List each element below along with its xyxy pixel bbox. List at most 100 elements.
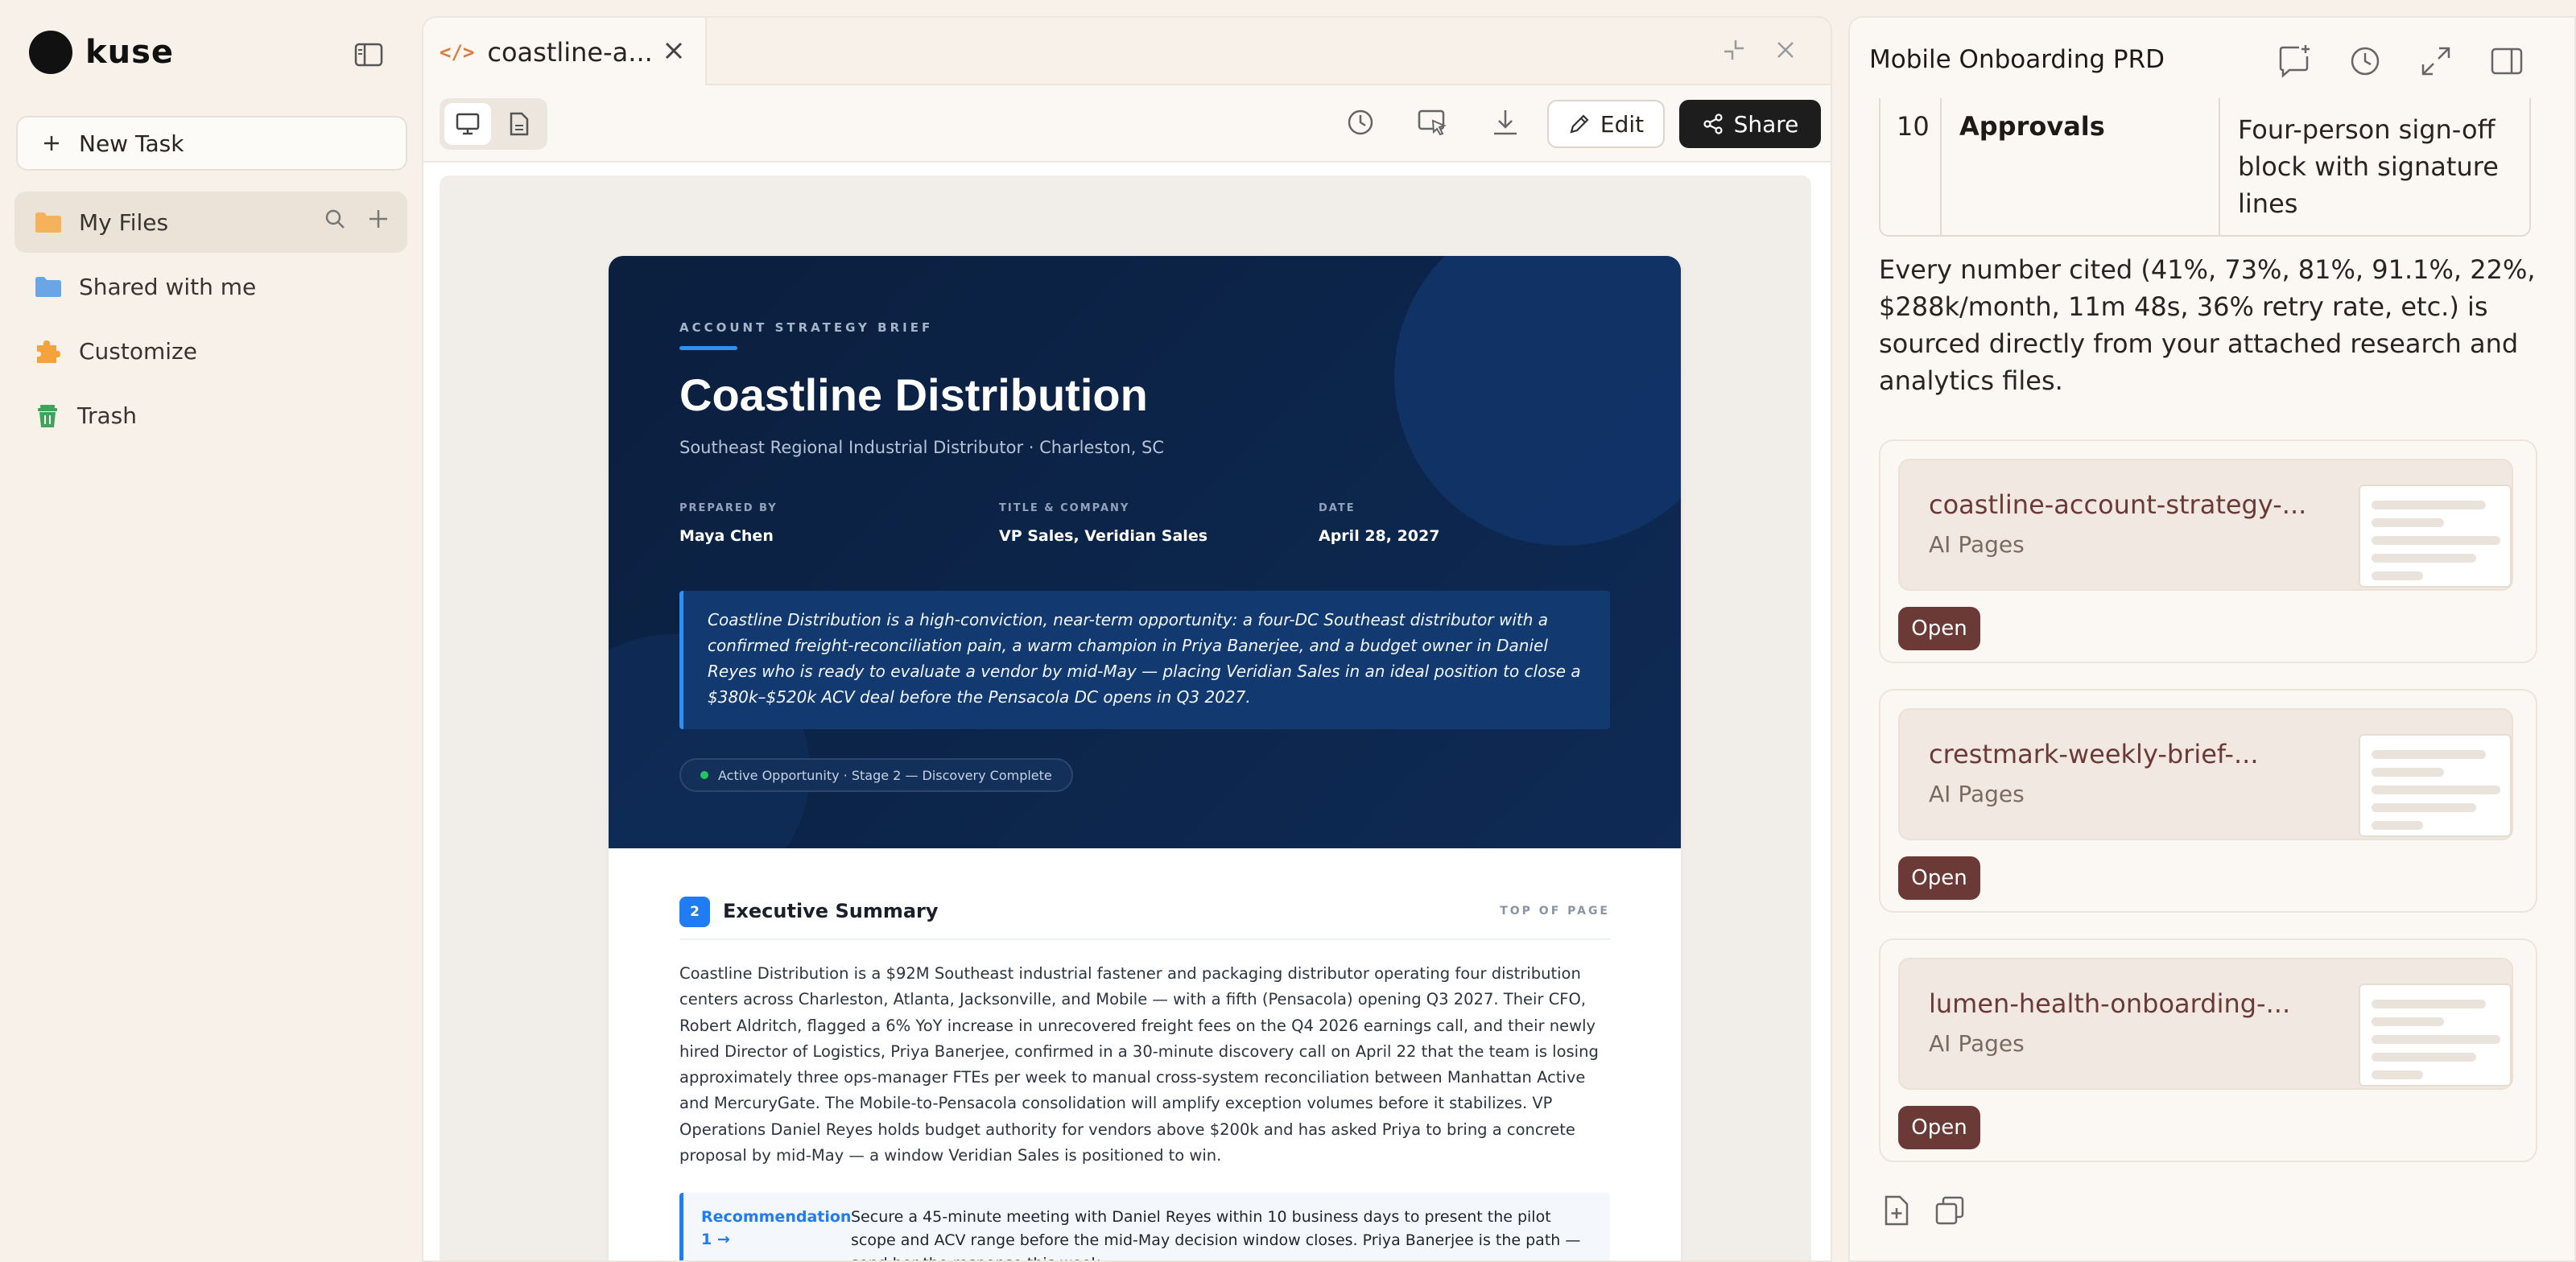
brand-name: kuse: [85, 34, 175, 71]
status-badge: Active Opportunity · Stage 2 — Discovery…: [679, 758, 1073, 792]
sidebar-item-label: Customize: [79, 337, 197, 365]
sidebar-item-shared[interactable]: Shared with me: [14, 256, 407, 317]
new-chat-icon[interactable]: [2277, 43, 2312, 79]
meta-date: DATE April 28, 2027: [1319, 502, 1439, 545]
document-view-icon[interactable]: [496, 103, 543, 145]
sidebar-item-label: Shared with me: [79, 273, 257, 300]
file-card: lumen-health-onboarding-... AI Pages Ope…: [1879, 938, 2537, 1162]
document-page: ACCOUNT STRATEGY BRIEF Coastline Distrib…: [609, 256, 1681, 1260]
new-task-label: New Task: [79, 130, 184, 157]
pencil-icon: [1568, 113, 1591, 135]
summary-quote: Coastline Distribution is a high-convict…: [679, 591, 1610, 729]
sidebar-toggle-icon[interactable]: [351, 39, 386, 71]
artifact-toolbar: Edit Share: [423, 85, 1831, 163]
doc-kicker: ACCOUNT STRATEGY BRIEF: [679, 320, 934, 335]
file-name: coastline-account-strategy-...: [1929, 489, 2307, 520]
edit-label: Edit: [1600, 110, 1645, 138]
edit-button[interactable]: Edit: [1547, 100, 1665, 148]
open-button[interactable]: Open: [1898, 1106, 1980, 1149]
row-number: 10: [1897, 111, 1930, 142]
hero-banner: ACCOUNT STRATEGY BRIEF Coastline Distrib…: [609, 256, 1681, 848]
recommendation-text: Secure a 45-minute meeting with Daniel R…: [851, 1208, 1581, 1260]
history-icon[interactable]: [1344, 106, 1377, 138]
file-name: lumen-health-onboarding-...: [1929, 988, 2291, 1019]
open-button[interactable]: Open: [1898, 856, 1980, 900]
doc-title: Coastline Distribution: [679, 369, 1148, 420]
meta-value: Maya Chen: [679, 527, 774, 545]
meta-key: PREPARED BY: [679, 502, 778, 514]
chat-message-text: Every number cited (41%, 73%, 81%, 91.1%…: [1879, 254, 2536, 396]
file-preview[interactable]: crestmark-weekly-brief-... AI Pages: [1898, 708, 2513, 840]
copy-icon[interactable]: [1934, 1194, 1966, 1227]
file-card: coastline-account-strategy-... AI Pages …: [1879, 439, 2537, 663]
open-button[interactable]: Open: [1898, 607, 1980, 650]
section-header: 2 Executive Summary TOP OF PAGE: [679, 897, 1610, 940]
tab-coastline[interactable]: </> coastline-a...: [423, 18, 707, 87]
meta-value: VP Sales, Veridian Sales: [999, 527, 1208, 545]
expand-icon[interactable]: [2418, 43, 2454, 79]
close-panel-icon[interactable]: [1771, 35, 1800, 64]
sidebar: kuse New Task My Files Shared with me Cu…: [0, 0, 419, 1262]
minimize-icon[interactable]: [1719, 35, 1748, 64]
section-number: 2: [679, 897, 710, 927]
table-row: 10 Approvals Four-person sign-off block …: [1879, 98, 2531, 237]
file-thumbnail: [2359, 734, 2512, 837]
sidebar-item-customize[interactable]: Customize: [14, 320, 407, 381]
add-icon[interactable]: [367, 208, 390, 230]
file-preview[interactable]: coastline-account-strategy-... AI Pages: [1898, 459, 2513, 591]
close-tab-icon[interactable]: [662, 39, 686, 63]
preview-canvas: ACCOUNT STRATEGY BRIEF Coastline Distrib…: [440, 175, 1811, 1260]
sidebar-item-my-files[interactable]: My Files: [14, 192, 407, 253]
divider: [1940, 98, 1942, 237]
history-icon[interactable]: [2347, 43, 2383, 79]
select-element-icon[interactable]: [1417, 106, 1449, 138]
add-file-icon[interactable]: [1882, 1194, 1911, 1227]
recommendation-label: Recommendation 1 →: [701, 1208, 852, 1248]
row-value: Four-person sign-off block with signatur…: [2238, 114, 2499, 219]
file-name: crestmark-weekly-brief-...: [1929, 739, 2259, 769]
folder-icon: [34, 210, 63, 234]
desktop-view-icon[interactable]: [444, 103, 491, 145]
meta-title-company: TITLE & COMPANY VP Sales, Veridian Sales: [999, 502, 1208, 545]
tab-bar: </> coastline-a...: [423, 18, 1831, 87]
recommendation-callout: Recommendation 1 → Secure a 45-minute me…: [679, 1193, 1610, 1260]
shared-folder-icon: [34, 274, 63, 299]
chat-title: Mobile Onboarding PRD: [1869, 45, 2165, 74]
section-title: Executive Summary: [723, 900, 939, 922]
file-type: AI Pages: [1929, 781, 2025, 807]
puzzle-icon: [34, 337, 63, 365]
status-text: Active Opportunity · Stage 2 — Discovery…: [718, 767, 1052, 783]
meta-value: April 28, 2027: [1319, 527, 1440, 545]
file-thumbnail: [2359, 485, 2512, 588]
doc-subtitle: Southeast Regional Industrial Distributo…: [679, 438, 1165, 457]
divider: [2219, 98, 2220, 237]
meta-prepared-by: PREPARED BY Maya Chen: [679, 502, 778, 545]
download-icon[interactable]: [1489, 106, 1521, 138]
executive-summary-text: Coastline Distribution is a $92M Southea…: [679, 964, 1599, 1165]
file-thumbnail: [2359, 984, 2512, 1087]
file-preview[interactable]: lumen-health-onboarding-... AI Pages: [1898, 958, 2513, 1090]
share-label: Share: [1733, 110, 1799, 138]
file-type: AI Pages: [1929, 1030, 2025, 1057]
panel-toggle-icon[interactable]: [2489, 43, 2524, 79]
trash-icon: [34, 402, 61, 429]
new-task-button[interactable]: New Task: [16, 116, 407, 171]
top-of-page-link[interactable]: TOP OF PAGE: [1500, 905, 1610, 918]
row-key: Approvals: [1959, 111, 2105, 142]
file-card: crestmark-weekly-brief-... AI Pages Open: [1879, 689, 2537, 913]
meta-key: TITLE & COMPANY: [999, 502, 1130, 514]
status-dot-icon: [700, 771, 708, 779]
search-icon[interactable]: [324, 208, 346, 230]
sidebar-item-label: My Files: [79, 208, 169, 236]
brand[interactable]: kuse: [29, 31, 174, 74]
tab-title: coastline-a...: [487, 37, 653, 68]
code-icon: </>: [440, 41, 475, 64]
chat-panel: Mobile Onboarding PRD 10 Approvals Four-…: [1848, 16, 2576, 1262]
view-toggle: [440, 98, 547, 150]
sidebar-item-label: Trash: [77, 402, 137, 429]
file-type: AI Pages: [1929, 531, 2025, 558]
share-button[interactable]: Share: [1679, 100, 1821, 148]
plus-icon: [42, 134, 61, 153]
message-actions: [1882, 1194, 1966, 1227]
sidebar-item-trash[interactable]: Trash: [14, 385, 407, 446]
